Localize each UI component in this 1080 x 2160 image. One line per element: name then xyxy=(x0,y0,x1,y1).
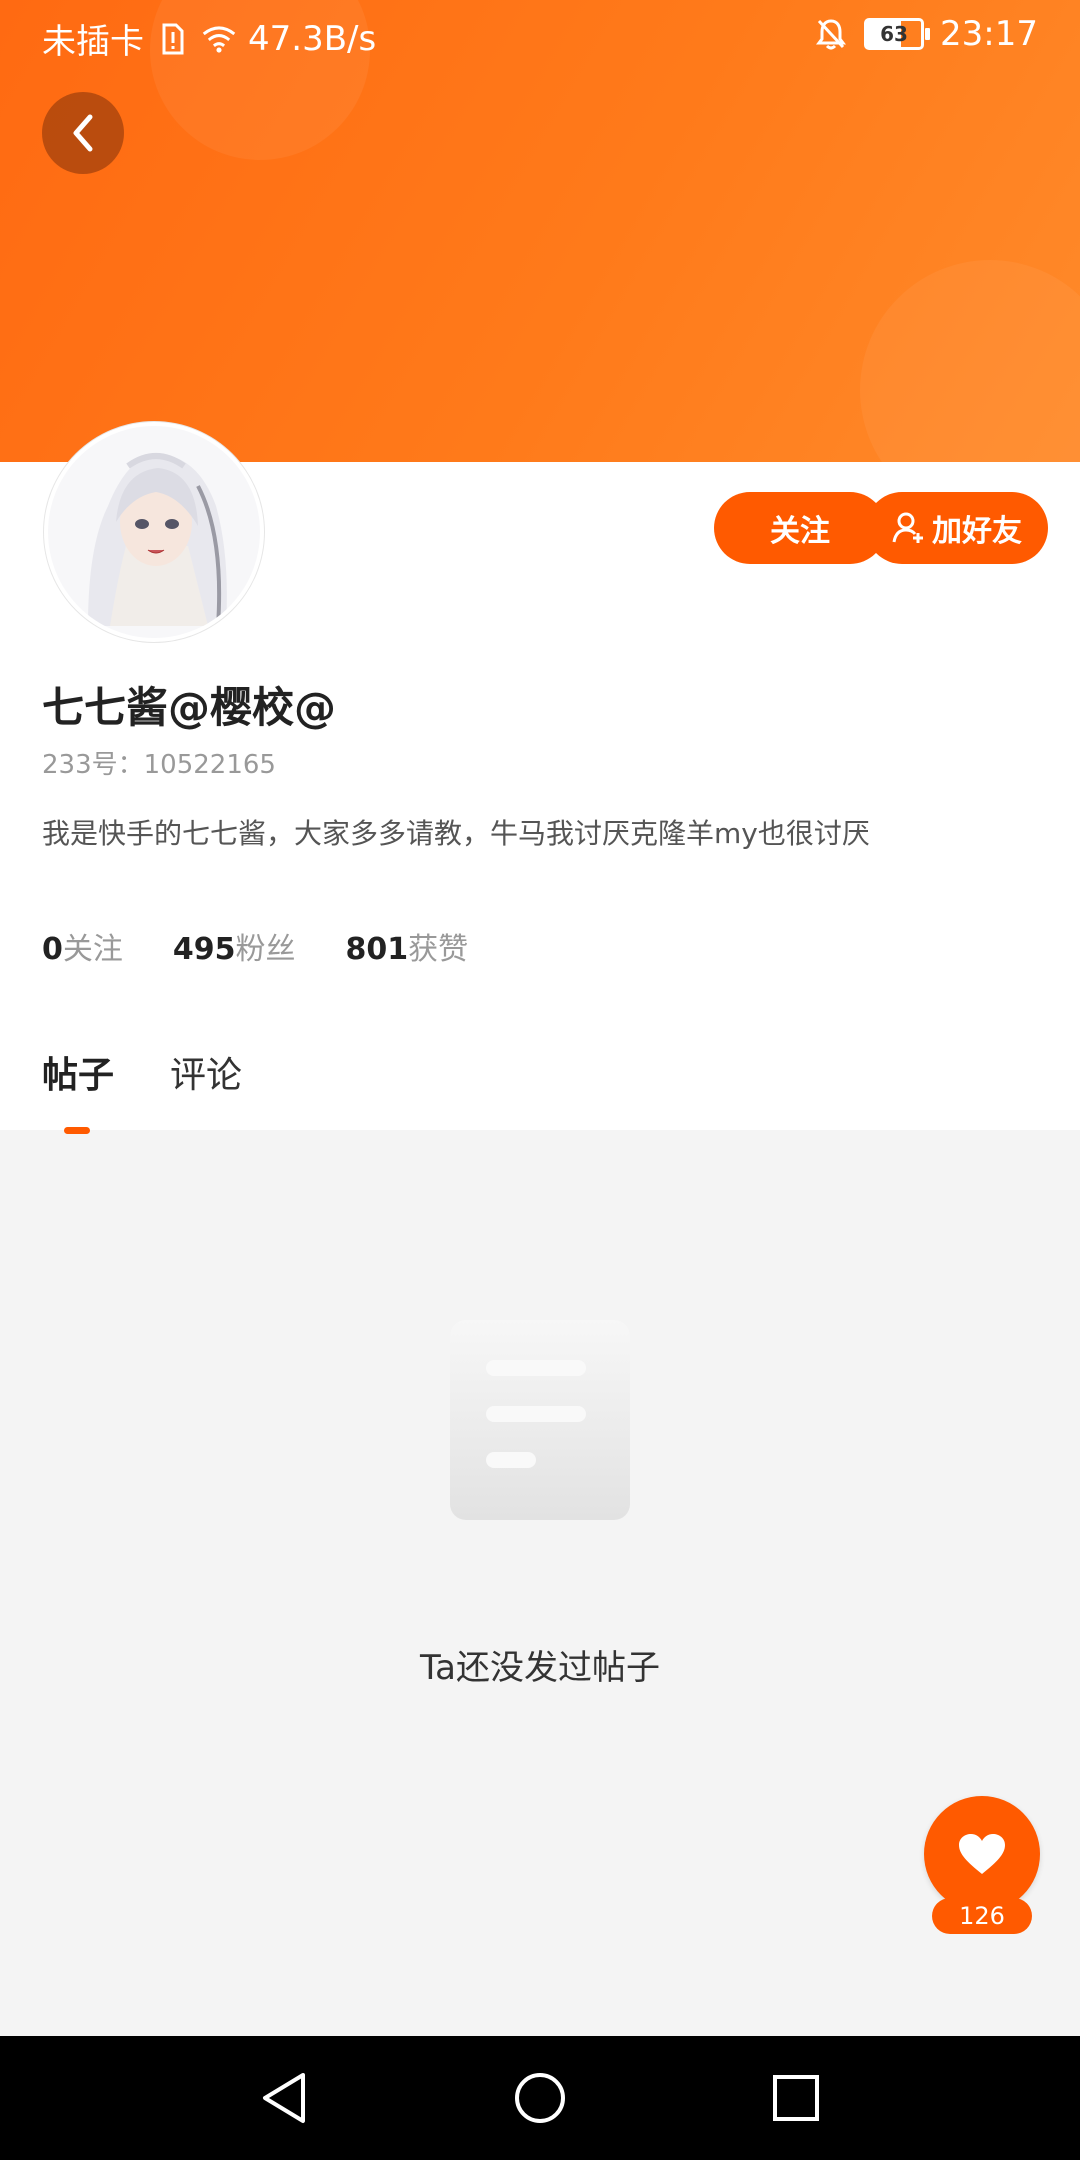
square-recents-icon xyxy=(773,2075,819,2121)
user-bio: 我是快手的七七酱，大家多多请教，牛马我讨厌克隆羊my也很讨厌 xyxy=(42,817,870,850)
stat-value: 801 xyxy=(345,932,409,967)
stat-likes[interactable]: 801获赞 xyxy=(346,924,469,968)
empty-state-text: Ta还没发过帖子 xyxy=(420,1648,660,1688)
empty-document-icon xyxy=(446,1316,634,1524)
stat-value: 0 xyxy=(42,932,63,967)
stat-label: 粉丝 xyxy=(235,932,296,967)
nav-home-button[interactable] xyxy=(510,2068,570,2128)
stat-label: 获赞 xyxy=(408,932,469,967)
banner-decoration xyxy=(860,260,1080,462)
battery-icon: 63 xyxy=(864,18,931,50)
add-user-icon xyxy=(892,512,923,543)
clock: 23:17 xyxy=(940,14,1038,54)
tab-posts[interactable]: 帖子 xyxy=(42,1046,115,1134)
like-count-badge: 126 xyxy=(932,1898,1032,1934)
wifi-icon xyxy=(202,22,236,56)
status-bar: 未插卡 47.3B/s 63 23:17 xyxy=(0,0,1080,72)
stats-row: 0关注 495粉丝 801获赞 xyxy=(42,924,468,968)
stat-following[interactable]: 0关注 xyxy=(42,924,123,968)
heart-icon xyxy=(959,1834,1005,1874)
carrier-text: 未插卡 xyxy=(42,22,144,62)
nav-back-button[interactable] xyxy=(254,2068,314,2128)
tab-comments[interactable]: 评论 xyxy=(170,1046,242,1098)
stat-followers[interactable]: 495粉丝 xyxy=(173,924,296,968)
follow-button[interactable]: 关注 xyxy=(714,492,886,564)
username: 七七酱@樱校@ xyxy=(42,683,337,732)
triangle-back-icon xyxy=(263,2073,305,2123)
content-tabs: 帖子 评论 xyxy=(42,1046,242,1134)
follow-button-label: 关注 xyxy=(770,514,830,549)
add-friend-button-label: 加好友 xyxy=(932,514,1022,549)
add-friend-button[interactable]: 加好友 xyxy=(866,492,1048,564)
circle-home-icon xyxy=(515,2073,565,2123)
sim-alert-icon xyxy=(156,22,190,56)
tab-indicator xyxy=(64,1127,90,1134)
nav-recents-button[interactable] xyxy=(766,2068,826,2128)
network-speed: 47.3B/s xyxy=(248,18,377,59)
like-button[interactable] xyxy=(924,1796,1040,1912)
chevron-left-icon xyxy=(73,114,93,152)
stat-value: 495 xyxy=(172,932,236,967)
mute-bell-icon xyxy=(814,17,848,51)
system-nav-bar xyxy=(0,2036,1080,2160)
back-button[interactable] xyxy=(42,92,124,174)
user-id: 233号：10522165 xyxy=(42,750,276,780)
stat-label: 关注 xyxy=(62,932,123,967)
tab-label: 帖子 xyxy=(42,1055,115,1096)
avatar[interactable] xyxy=(44,422,264,642)
profile-card: 关注 加好友 七七酱@樱校@ 233号：10522165 我是快手的七七酱，大家… xyxy=(0,422,1080,1134)
tab-label: 评论 xyxy=(170,1055,243,1096)
